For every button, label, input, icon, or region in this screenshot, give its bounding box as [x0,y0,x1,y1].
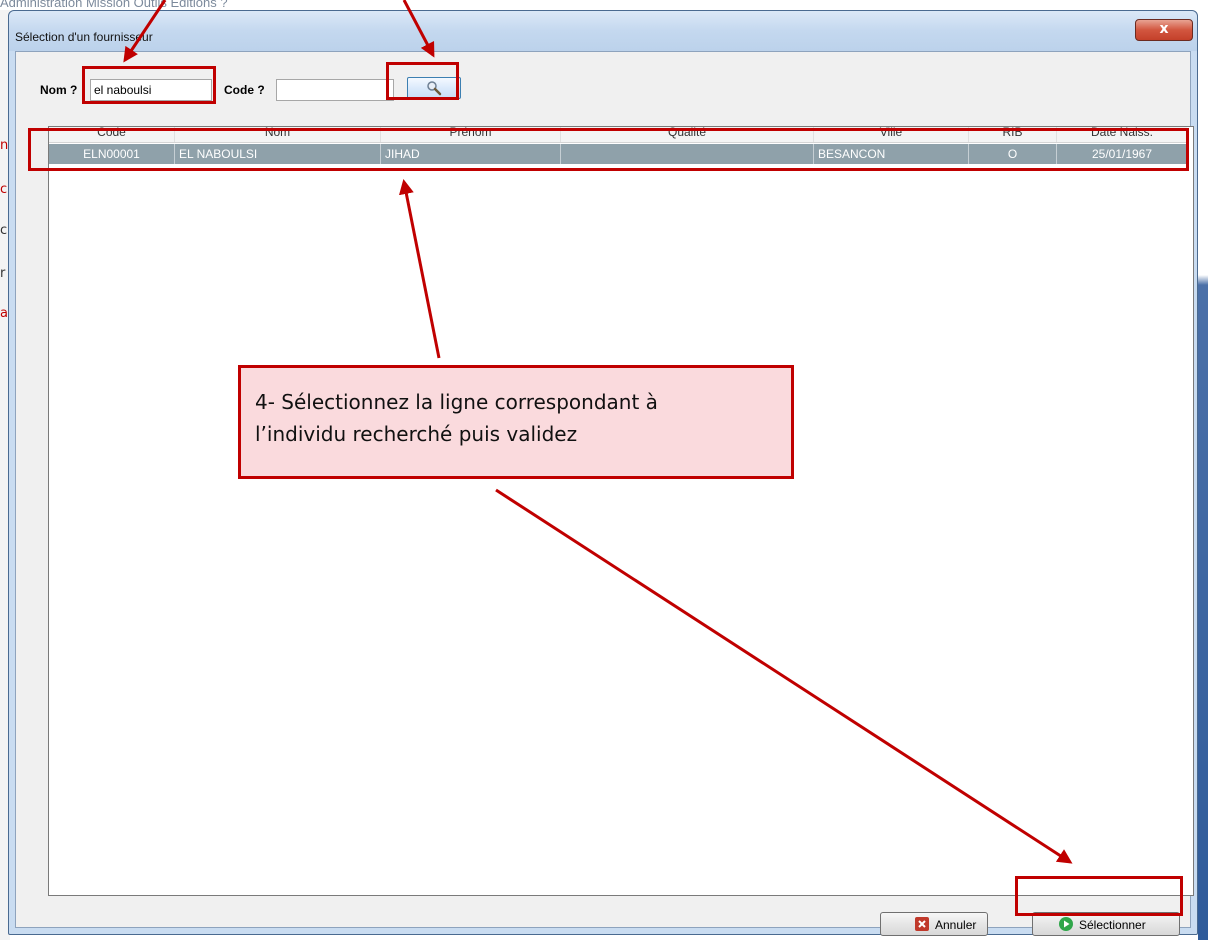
cancel-icon [915,917,929,931]
play-icon [1059,917,1073,931]
code-label: Code ? [224,83,265,97]
background-glyph: a [0,306,8,321]
close-button[interactable]: x [1135,19,1193,41]
background-menubar-text: Administration Mission Outils Editions ? [0,0,228,10]
background-glyph: c [0,223,8,238]
cancel-button[interactable]: Annuler [880,912,988,936]
close-icon: x [1159,21,1169,37]
highlight-result-row [28,128,1189,171]
highlight-search-button [386,62,459,100]
dialog-title: Sélection d'un fournisseur [15,30,153,44]
code-input[interactable] [276,79,394,101]
nom-label: Nom ? [40,83,78,97]
background-menubar: Administration Mission Outils Editions ? [0,0,380,10]
results-table[interactable]: Code Nom Prénom Qualité Ville RIB Date N… [48,126,1194,896]
select-button-label: Sélectionner [1079,918,1146,932]
highlight-nom-field [82,66,216,104]
cancel-button-label: Annuler [935,918,977,932]
background-glyph: n [0,138,9,153]
highlight-select-button [1015,876,1183,916]
dialog-content: Nom ? Code ? Code Nom Prénom Qualité Vil… [15,51,1194,936]
instruction-callout: 4- Sélectionnez la ligne correspondant à… [238,365,794,479]
instruction-line-2: l’individu recherché puis validez [255,422,578,446]
dialog-titlebar[interactable]: Sélection d'un fournisseur x [9,11,1197,51]
background-glyph: c [0,182,8,197]
instruction-line-1: 4- Sélectionnez la ligne correspondant à [255,390,658,414]
background-glyph: r [0,266,6,281]
background-app-right-edge [1198,10,1208,940]
